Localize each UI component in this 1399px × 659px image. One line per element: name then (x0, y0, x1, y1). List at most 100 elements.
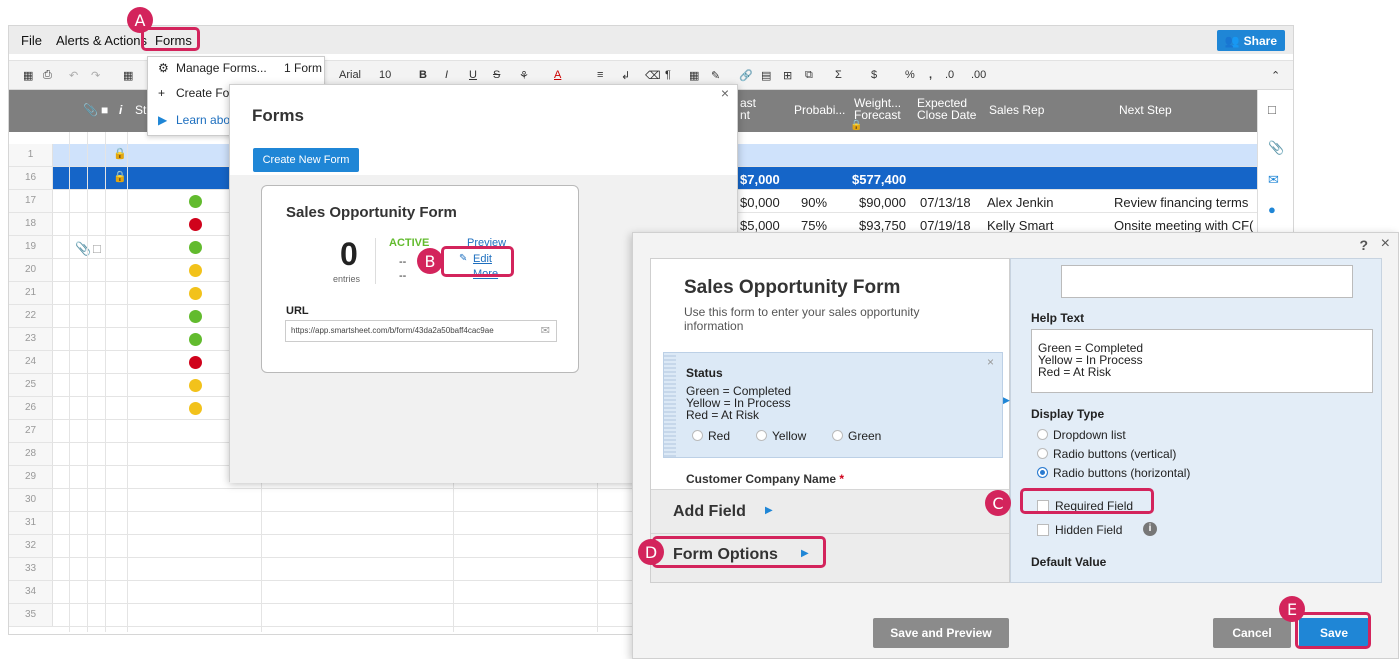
cell-probability[interactable]: 90% (801, 195, 827, 210)
menu-item-create-form[interactable]: Create Fo (176, 86, 229, 100)
attachment-icon[interactable]: 📎 (75, 241, 91, 257)
column-status[interactable]: St (135, 104, 146, 116)
info-icon[interactable]: i (1143, 522, 1157, 536)
radio-option-red[interactable]: Red (692, 429, 730, 443)
menu-file[interactable]: File (21, 33, 42, 48)
email-icon[interactable]: ✉ (541, 324, 550, 337)
align-icon[interactable]: ≡ (597, 69, 603, 81)
cell-next-step[interactable]: Review financing terms (1114, 195, 1248, 210)
display-option-dropdown[interactable]: Dropdown list (1037, 428, 1126, 442)
create-new-form-button[interactable]: Create New Form (253, 148, 359, 172)
cancel-button[interactable]: Cancel (1213, 618, 1291, 648)
status-field-card[interactable]: × Status Green = Completed Yellow = In P… (663, 352, 1003, 458)
cell-weighted[interactable]: $577,400 (852, 172, 906, 187)
attachments-icon[interactable]: 📎 (1268, 140, 1284, 156)
link-icon[interactable]: 🔗 (739, 69, 753, 82)
increase-decimal-button[interactable]: .00 (971, 69, 986, 81)
status-dot-green[interactable] (189, 310, 202, 323)
font-select[interactable]: Arial (339, 69, 361, 81)
clear-format-icon[interactable]: ⌫ (645, 69, 661, 82)
add-field-section[interactable]: Add Field ▶ (651, 489, 1009, 534)
comment-icon[interactable]: □ (93, 241, 101, 256)
collapse-toolbar-icon[interactable]: ⌃ (1271, 69, 1280, 82)
wrap-icon[interactable]: ↲ (621, 69, 630, 82)
grid-view-icon[interactable]: ▦ (123, 69, 133, 82)
column-sales-rep[interactable]: Sales Rep (989, 104, 1044, 116)
field-title-input[interactable] (1061, 265, 1353, 298)
column-expected-close[interactable]: Expected Close Date (917, 97, 976, 121)
column-weighted-forecast[interactable]: Weight... Forecast (854, 97, 901, 121)
highlight-icon[interactable]: ✎ (711, 69, 720, 82)
form-title[interactable]: Sales Opportunity Form (684, 277, 900, 299)
hierarchy-icon[interactable]: ⊞ (783, 69, 792, 82)
share-button[interactable]: 👥 Share (1216, 30, 1285, 51)
status-dot-green[interactable] (189, 195, 202, 208)
form-card-title: Sales Opportunity Form (286, 204, 457, 221)
sum-button[interactable]: Σ (835, 69, 842, 81)
customer-company-label[interactable]: Customer Company Name * (686, 472, 844, 486)
decrease-decimal-button[interactable]: .0 (945, 69, 954, 81)
row-number: 1 (9, 144, 53, 166)
strike-button[interactable]: S (493, 69, 500, 81)
cell-sales-rep[interactable]: Alex Jenkin (987, 195, 1053, 210)
status-dot-yellow[interactable] (189, 264, 202, 277)
underline-button[interactable]: U (469, 69, 477, 81)
menu-alerts-actions[interactable]: Alerts & Actions (56, 33, 147, 48)
display-option-horizontal[interactable]: Radio buttons (horizontal) (1037, 466, 1190, 480)
italic-button[interactable]: I (445, 69, 448, 81)
column-forecast[interactable]: ast nt (740, 97, 756, 121)
status-dot-green[interactable] (189, 241, 202, 254)
format-painter-icon[interactable]: ¶ (665, 69, 671, 81)
menu-item-learn-about[interactable]: Learn abo (176, 113, 230, 127)
url-field[interactable]: https://app.smartsheet.com/b/form/43da2a… (285, 320, 557, 342)
print-icon[interactable]: ⎙ (43, 69, 52, 82)
table-icon[interactable]: ▦ (689, 69, 699, 82)
currency-button[interactable]: $ (871, 69, 877, 81)
cell-close-date[interactable]: 07/19/18 (920, 218, 971, 233)
column-next-step[interactable]: Next Step (1119, 104, 1172, 116)
percent-button[interactable]: % (905, 69, 915, 81)
update-requests-icon[interactable]: ✉ (1268, 172, 1279, 188)
copy-icon[interactable]: ⧉ (805, 69, 813, 82)
help-text-input[interactable]: Green = Completed Yellow = In Process Re… (1031, 329, 1373, 393)
undo-icon[interactable]: ↶ (69, 69, 78, 82)
conversations-icon[interactable]: □ (1268, 102, 1276, 117)
bold-button[interactable]: B (419, 69, 427, 81)
close-icon[interactable]: × (721, 85, 729, 101)
close-icon[interactable]: × (1381, 235, 1390, 253)
status-dot-yellow[interactable] (189, 402, 202, 415)
font-size-select[interactable]: 10 (379, 69, 391, 81)
display-option-vertical[interactable]: Radio buttons (vertical) (1037, 447, 1176, 461)
cell-next-step[interactable]: Onsite meeting with CF( (1114, 218, 1253, 233)
form-description[interactable]: Use this form to enter your sales opport… (684, 305, 974, 333)
redo-icon[interactable]: ↷ (91, 69, 100, 82)
hidden-field-checkbox[interactable]: Hidden Field (1037, 523, 1122, 537)
thousands-button[interactable]: , (929, 69, 932, 81)
cell-sales-rep[interactable]: Kelly Smart (987, 218, 1053, 233)
remove-field-icon[interactable]: × (987, 355, 994, 369)
column-probability[interactable]: Probabi... (794, 104, 845, 116)
fill-color-icon[interactable]: ⚘ (519, 69, 529, 82)
save-and-preview-button[interactable]: Save and Preview (873, 618, 1009, 648)
text-color-icon[interactable]: A (554, 69, 561, 81)
save-icon[interactable]: ▦ (23, 69, 33, 82)
radio-option-yellow[interactable]: Yellow (756, 429, 806, 443)
status-dot-red[interactable] (189, 356, 202, 369)
cell-forecast[interactable]: $0,000 (740, 195, 780, 210)
status-dot-yellow[interactable] (189, 287, 202, 300)
cell-weighted[interactable]: $90,000 (859, 195, 906, 210)
cell-weighted[interactable]: $93,750 (859, 218, 906, 233)
publish-icon[interactable]: ● (1268, 202, 1276, 217)
cell-forecast[interactable]: $5,000 (740, 218, 780, 233)
image-icon[interactable]: ▤ (761, 69, 771, 82)
status-dot-green[interactable] (189, 333, 202, 346)
cell-close-date[interactable]: 07/13/18 (920, 195, 971, 210)
status-dot-yellow[interactable] (189, 379, 202, 392)
cell-probability[interactable]: 75% (801, 218, 827, 233)
menu-item-manage-forms[interactable]: Manage Forms... (176, 61, 267, 75)
drag-handle[interactable] (664, 353, 676, 457)
cell-forecast[interactable]: $7,000 (740, 172, 780, 187)
radio-option-green[interactable]: Green (832, 429, 881, 443)
help-icon[interactable]: ? (1359, 237, 1368, 253)
status-dot-red[interactable] (189, 218, 202, 231)
